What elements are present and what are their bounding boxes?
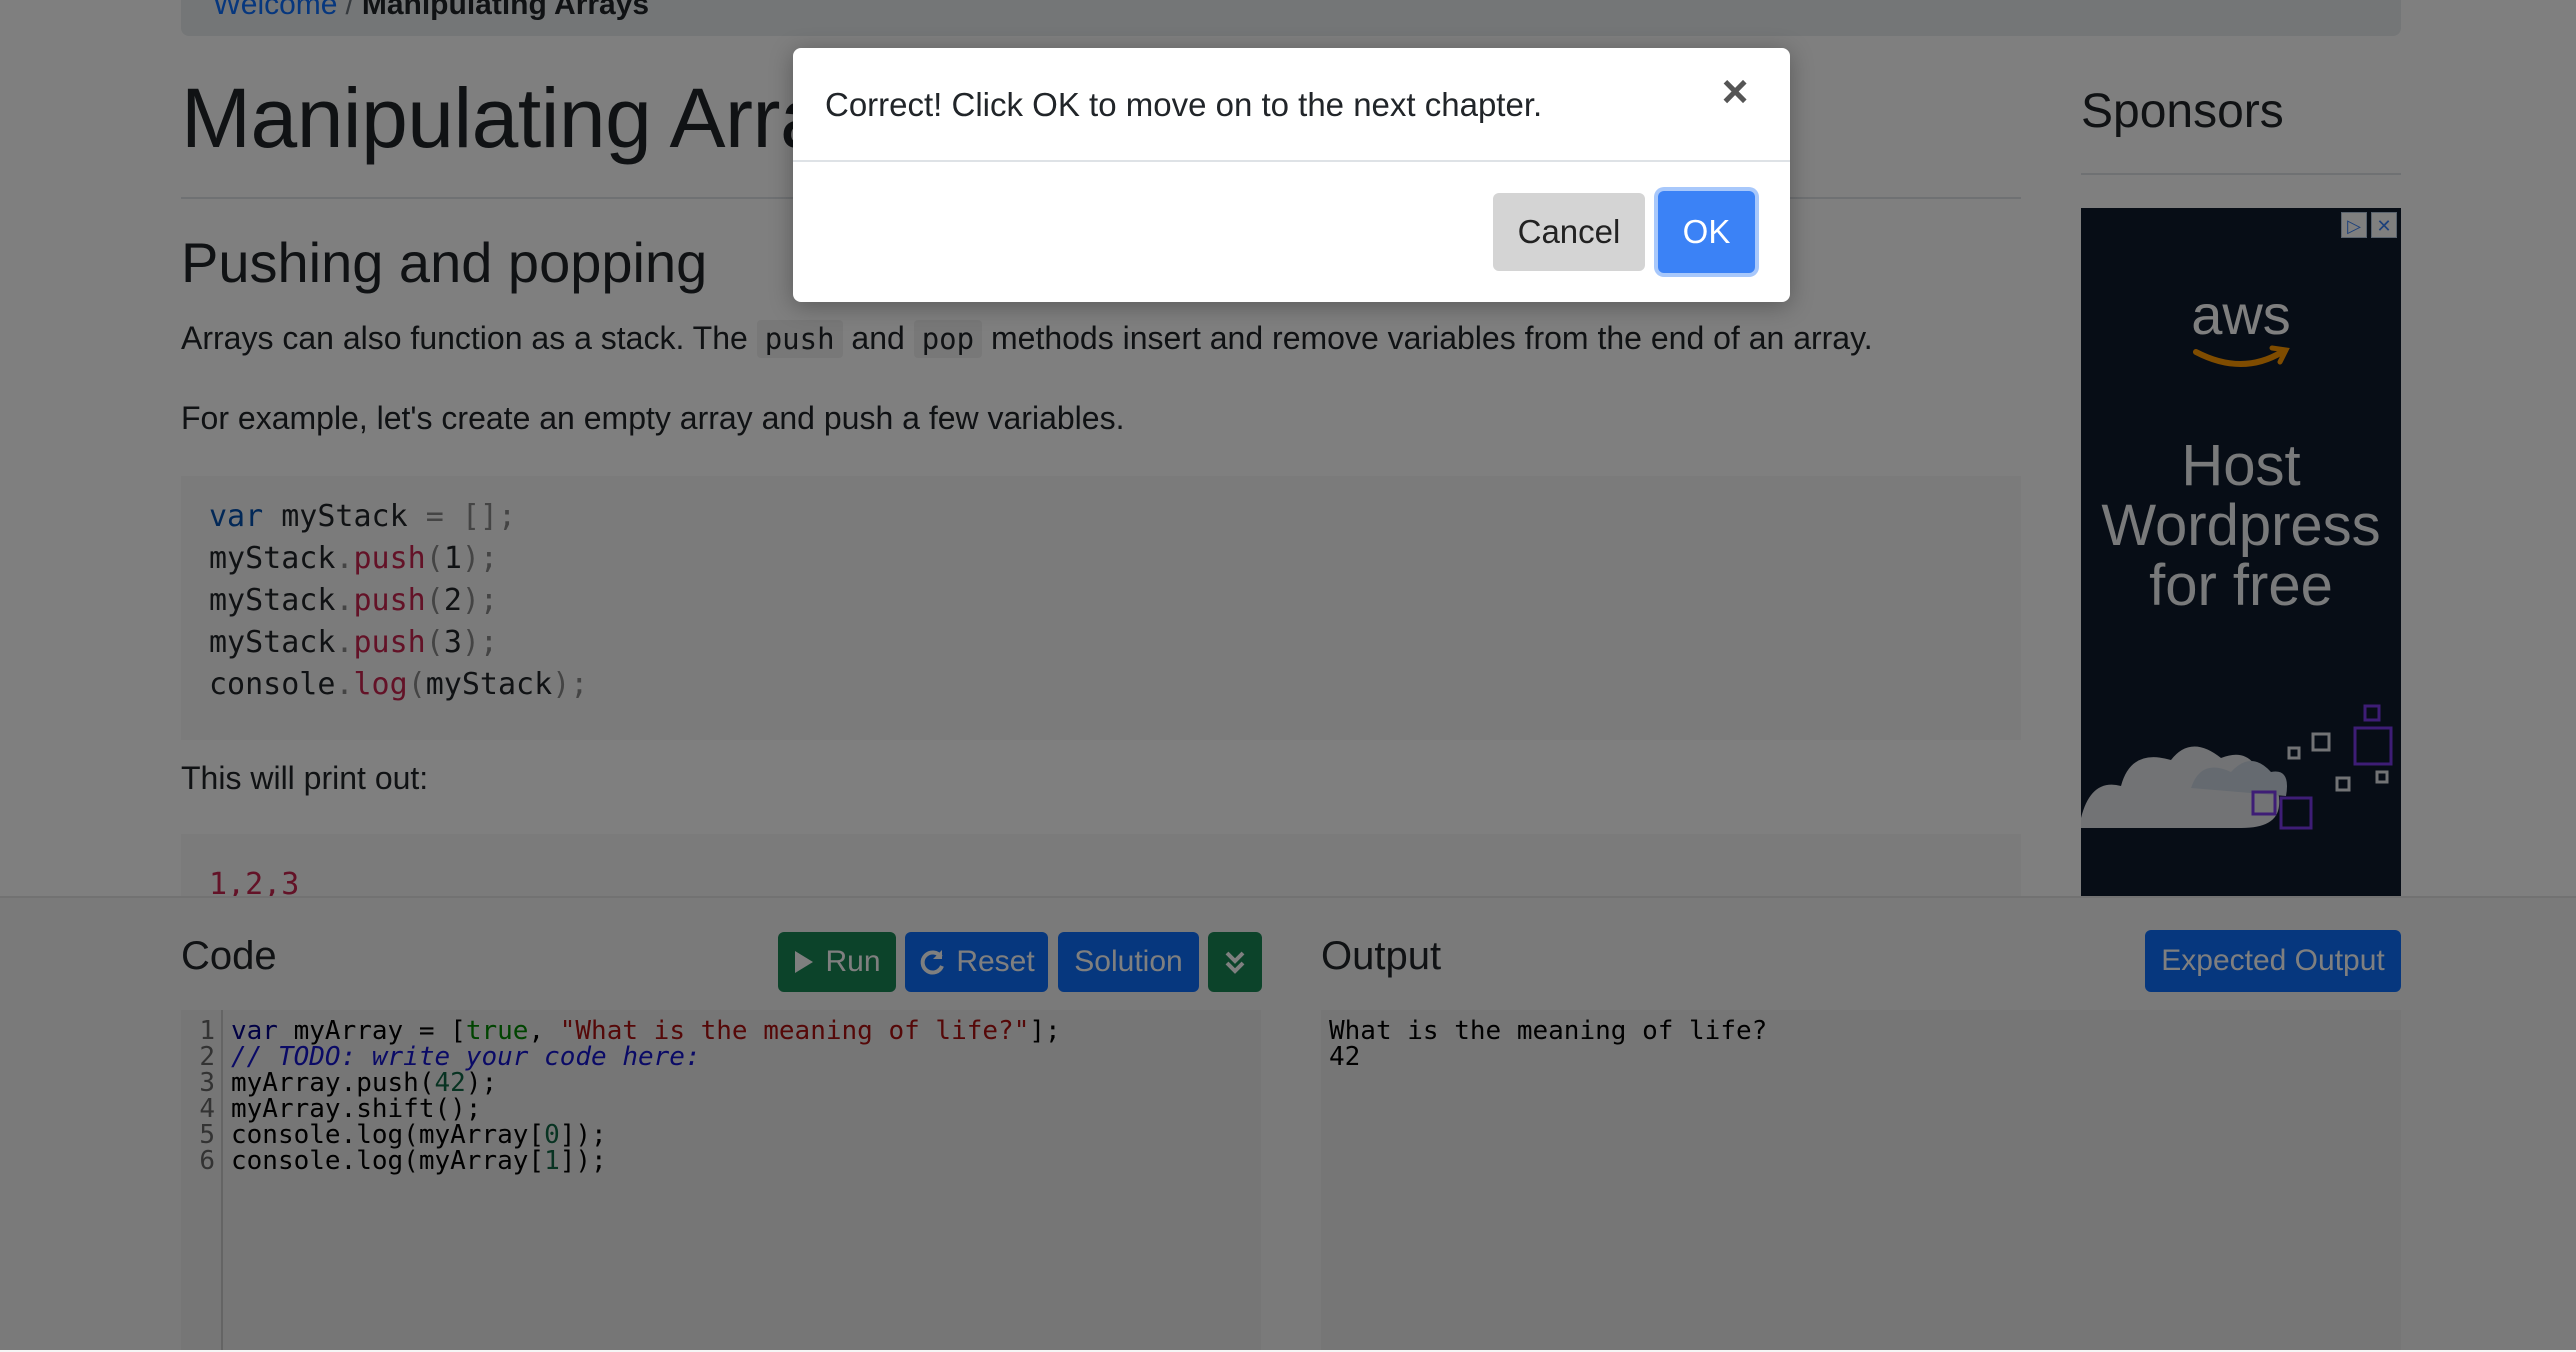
close-icon[interactable]: × [1710, 66, 1760, 116]
cancel-button[interactable]: Cancel [1493, 193, 1645, 271]
dialog-divider [793, 160, 1790, 162]
page: Welcome/Manipulating Arrays Manipulating… [0, 0, 2576, 1352]
confirm-dialog: Correct! Click OK to move on to the next… [793, 48, 1790, 302]
ok-button[interactable]: OK [1658, 191, 1755, 273]
dialog-message: Correct! Click OK to move on to the next… [825, 86, 1543, 123]
